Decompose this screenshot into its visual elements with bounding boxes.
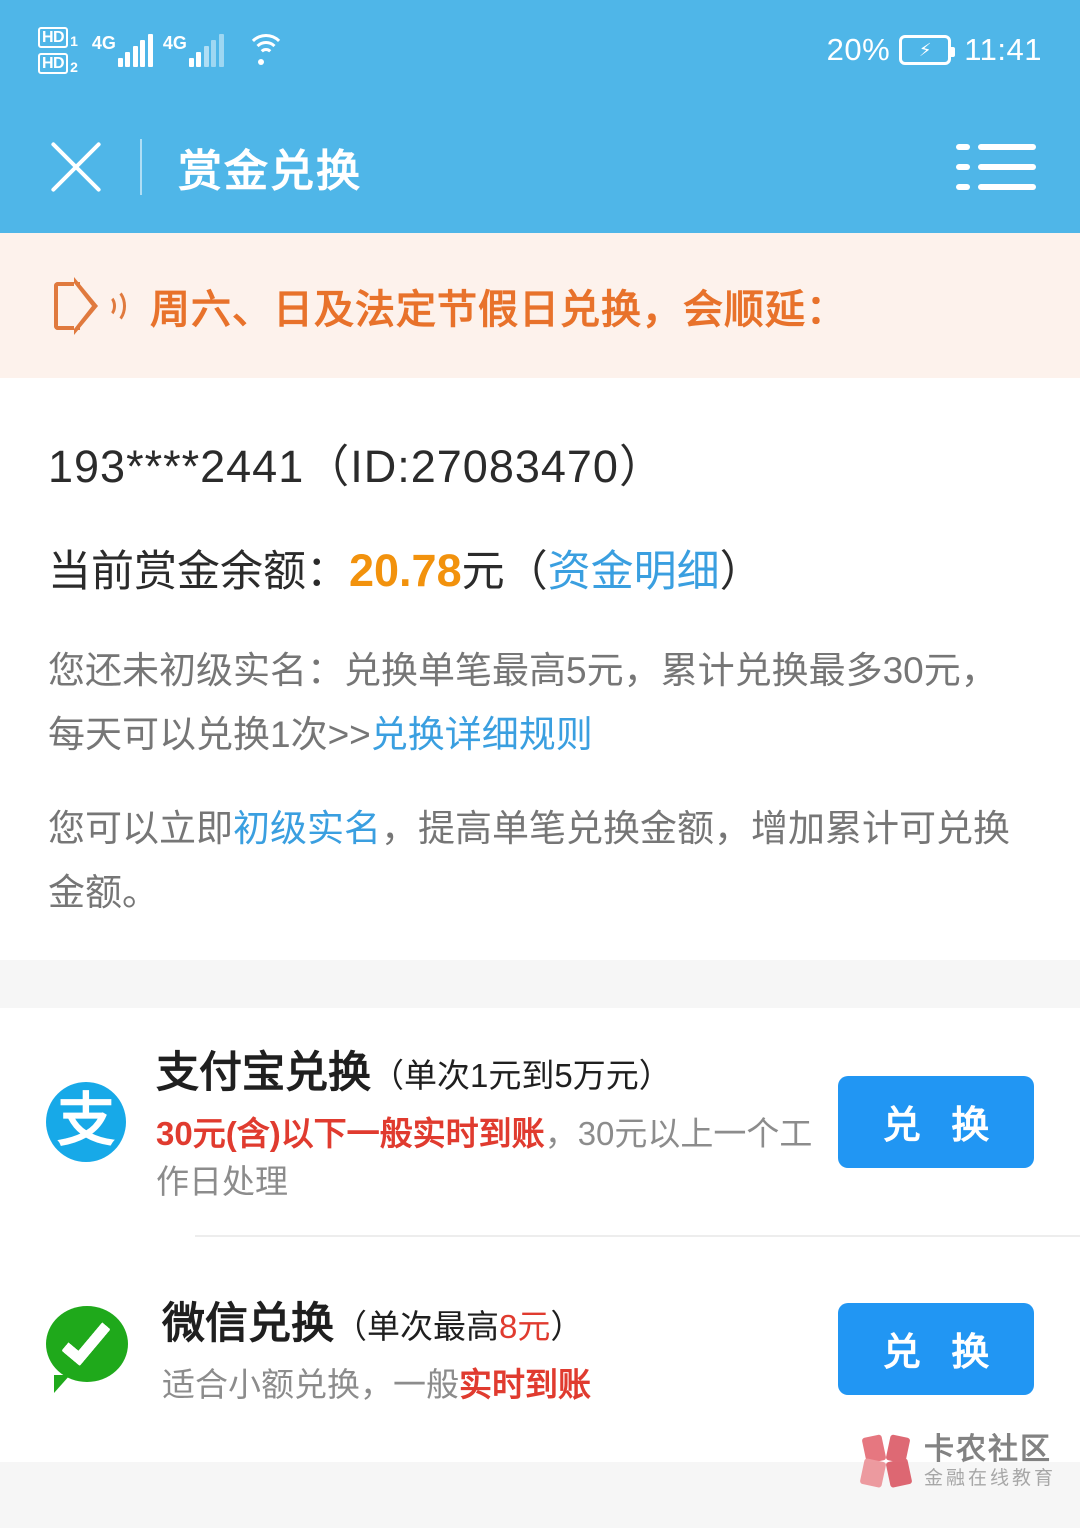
alipay-title: 支付宝兑换 [156, 1048, 371, 1097]
wechat-icon [46, 1305, 128, 1393]
alipay-desc-highlight: 30元(含)以下一般实时到账 [156, 1114, 545, 1152]
realname-limit-note: 您还未初级实名：兑换单笔最高5元，累计兑换最多30元，每天可以兑换1次>>兑换详… [48, 639, 1032, 767]
hd2-label: HD [38, 52, 69, 74]
sim1-signal-bars-icon [117, 33, 153, 67]
balance-unit: 元 [461, 548, 505, 596]
alipay-title-row: 支付宝兑换（单次1元到5万元） [156, 1038, 838, 1100]
watermark-name: 卡农社区 [923, 1433, 1052, 1466]
exchange-methods-card: 支 支付宝兑换（单次1元到5万元） 30元(含)以下一般实时到账，30元以上一个… [0, 1008, 1080, 1462]
close-icon[interactable] [44, 135, 108, 199]
hd-indicators: HD 1 HD 2 [38, 26, 78, 75]
balance-label: 当前赏金余额： [48, 548, 349, 596]
header-divider [140, 138, 142, 195]
wechat-title-limit-pre: （单次最高 [334, 1307, 499, 1345]
realname-upgrade-note: 您可以立即初级实名，提高单笔兑换金额，增加累计可兑换金额。 [48, 797, 1032, 925]
alipay-icon: 支 [46, 1081, 126, 1162]
app-header: 赏金兑换 [0, 100, 1080, 233]
wechat-icon-wrap [46, 1305, 132, 1393]
exchange-rules-link[interactable]: 兑换详细规则 [371, 714, 593, 755]
wechat-desc-normal: 适合小额兑换，一般 [162, 1365, 459, 1403]
paren-open: （ [504, 548, 548, 596]
watermark: 卡农社区 金融在线教育 [859, 1434, 1056, 1490]
section-spacer [0, 960, 1080, 1008]
wechat-desc: 适合小额兑换，一般实时到账 [162, 1361, 838, 1409]
wechat-desc-highlight: 实时到账 [459, 1365, 591, 1403]
hd2-indicator: HD 2 [38, 52, 78, 75]
alipay-info: 支付宝兑换（单次1元到5万元） 30元(含)以下一般实时到账，30元以上一个工作… [156, 1038, 838, 1206]
status-bar-right: 20% ⚡ 11:41 [827, 32, 1042, 68]
sim1-network-label: 4G [91, 33, 116, 53]
wechat-title-row: 微信兑换（单次最高8元） [162, 1289, 838, 1351]
wechat-title-limit-post: ） [550, 1307, 584, 1345]
sim2-signal: 4G [163, 33, 224, 67]
watermark-slogan: 金融在线教育 [923, 1468, 1056, 1489]
hd1-number: 1 [70, 32, 78, 49]
hd2-number: 2 [70, 58, 78, 75]
phone-screen: HD 1 HD 2 4G 4G 20% ⚡ 11:41 赏金兑换 周六、日及法定… [0, 0, 1080, 1528]
account-card: 193****2441（ID:27083470） 当前赏金余额：20.78元（资… [0, 378, 1080, 960]
alipay-title-limit: （单次1元到5万元） [371, 1056, 672, 1094]
hd1-indicator: HD 1 [38, 26, 78, 49]
balance-row: 当前赏金余额：20.78元（资金明细） [48, 537, 1032, 599]
alipay-desc: 30元(含)以下一般实时到账，30元以上一个工作日处理 [156, 1110, 838, 1206]
watermark-text: 卡农社区 金融在线教育 [924, 1434, 1056, 1490]
wechat-title-limit-amount: 8元 [499, 1307, 551, 1345]
wechat-title: 微信兑换 [162, 1299, 334, 1348]
speaker-horn-icon [52, 275, 126, 337]
list-menu-icon[interactable] [956, 143, 1036, 190]
battery-charging-icon: ⚡ [899, 35, 956, 65]
status-bar: HD 1 HD 2 4G 4G 20% ⚡ 11:41 [0, 0, 1080, 100]
balance-amount: 20.78 [349, 545, 462, 596]
paren-close: ） [719, 548, 763, 596]
clock-time: 11:41 [964, 32, 1042, 67]
primary-realname-link[interactable]: 初级实名 [233, 808, 381, 849]
notice-bar[interactable]: 周六、日及法定节假日兑换，会顺延： [0, 233, 1080, 378]
method-divider [195, 1235, 1080, 1237]
page-title: 赏金兑换 [178, 146, 362, 196]
alipay-glyph: 支 [56, 1085, 115, 1154]
exchange-method-wechat: 微信兑换（单次最高8元） 适合小额兑换，一般实时到账 兑 换 [0, 1235, 1080, 1462]
exchange-method-alipay: 支 支付宝兑换（单次1元到5万元） 30元(含)以下一般实时到账，30元以上一个… [0, 1008, 1080, 1235]
wechat-info: 微信兑换（单次最高8元） 适合小额兑换，一般实时到账 [162, 1289, 838, 1409]
fund-detail-link[interactable]: 资金明细 [548, 548, 720, 596]
notice-text: 周六、日及法定节假日兑换，会顺延： [150, 287, 847, 332]
hd1-label: HD [38, 26, 69, 48]
status-bar-left: HD 1 HD 2 4G 4G [38, 26, 288, 75]
sim1-signal: 4G [92, 33, 153, 67]
battery-percent: 20% [826, 32, 891, 67]
upgrade-text-prefix: 您可以立即 [48, 808, 233, 849]
kanong-logo-icon [859, 1434, 914, 1490]
account-phone-id: 193****2441（ID:27083470） [48, 441, 665, 492]
alipay-exchange-button[interactable]: 兑 换 [838, 1075, 1034, 1168]
wifi-icon [244, 32, 288, 68]
wechat-exchange-button[interactable]: 兑 换 [838, 1302, 1034, 1395]
sim2-network-label: 4G [162, 33, 187, 53]
sim2-signal-bars-icon [188, 33, 224, 67]
